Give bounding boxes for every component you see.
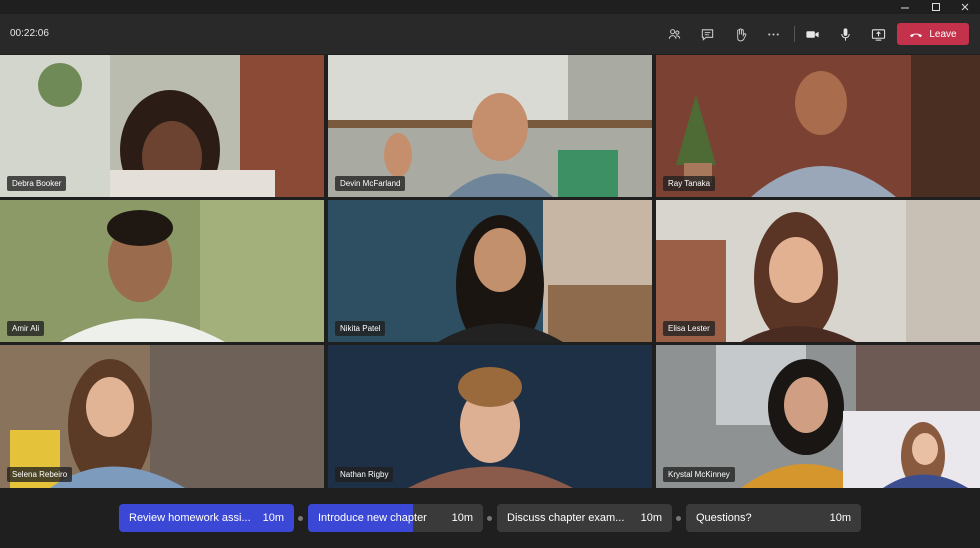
participant-tile[interactable]: Amir Ali (0, 200, 324, 342)
participant-tile[interactable]: Debra Booker (0, 55, 324, 197)
people-icon[interactable] (663, 23, 685, 45)
agenda-item-label: Discuss chapter exam... (507, 512, 625, 524)
maximize-icon[interactable] (921, 0, 951, 14)
agenda-item-questions[interactable]: Questions? 10m (686, 504, 861, 532)
participant-tile[interactable]: Nikita Patel (328, 200, 652, 342)
participant-name: Devin McFarland (335, 176, 406, 191)
hang-up-icon (910, 33, 923, 37)
participant-tile[interactable]: Devin McFarland (328, 55, 652, 197)
agenda-item-duration: 10m (451, 512, 473, 524)
participant-tile[interactable]: Selena Rebeiro (0, 345, 324, 488)
agenda-item-label: Review homework assi... (129, 512, 251, 524)
participant-name: Nathan Rigby (335, 467, 394, 482)
agenda-item-review-homework[interactable]: Review homework assi... 10m (119, 504, 294, 532)
meeting-timer: 00:22:06 (10, 28, 49, 39)
agenda-separator (487, 516, 492, 521)
agenda-item-introduce-chapter[interactable]: Introduce new chapter 10m (308, 504, 483, 532)
agenda-separator (676, 516, 681, 521)
title-bar (0, 0, 980, 14)
microphone-icon[interactable] (834, 23, 856, 45)
participant-name: Elisa Lester (663, 321, 715, 336)
minimize-icon[interactable] (890, 0, 920, 14)
close-icon[interactable] (950, 0, 980, 14)
self-view-image (843, 411, 980, 488)
leave-label: Leave (929, 28, 957, 40)
participant-name: Ray Tanaka (663, 176, 716, 191)
participant-video (0, 200, 324, 342)
participant-tile[interactable]: Nathan Rigby (328, 345, 652, 488)
meeting-toolbar: 00:22:06 Leave (0, 14, 980, 54)
share-screen-icon[interactable] (867, 23, 889, 45)
participant-tile[interactable]: Elisa Lester (656, 200, 980, 342)
toolbar-divider (794, 26, 795, 42)
participant-name: Debra Booker (7, 176, 67, 191)
participant-tile-speaking[interactable]: Ray Tanaka (656, 55, 980, 197)
agenda-separator (298, 516, 303, 521)
self-view-video[interactable] (843, 411, 980, 488)
video-grid: Debra Booker Devin McFarland Ray Tanaka (0, 55, 980, 488)
agenda-item-duration: 10m (640, 512, 662, 524)
participant-name: Krystal McKinney (663, 467, 735, 482)
leave-button[interactable]: Leave (897, 23, 969, 45)
agenda-item-label: Introduce new chapter (318, 512, 427, 524)
agenda-bar: Review homework assi... 10m Introduce ne… (0, 488, 980, 548)
camera-icon[interactable] (801, 23, 823, 45)
participant-name: Nikita Patel (335, 321, 386, 336)
agenda-item-label: Questions? (696, 512, 752, 524)
agenda-item-discuss-exam[interactable]: Discuss chapter exam... 10m (497, 504, 672, 532)
raise-hand-icon[interactable] (729, 23, 751, 45)
more-icon[interactable] (762, 23, 784, 45)
agenda-item-duration: 10m (829, 512, 851, 524)
chat-icon[interactable] (696, 23, 718, 45)
participant-name: Selena Rebeiro (7, 467, 73, 482)
agenda-item-duration: 10m (262, 512, 284, 524)
participant-name: Amir Ali (7, 321, 45, 336)
